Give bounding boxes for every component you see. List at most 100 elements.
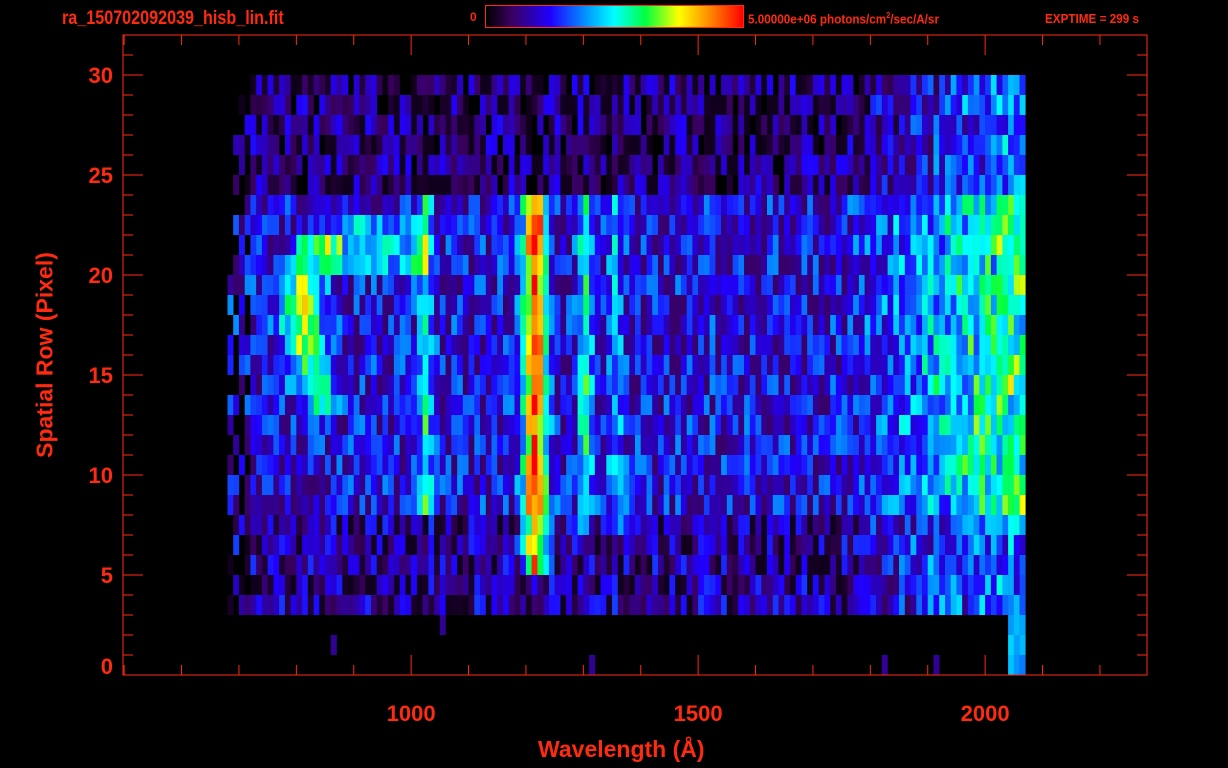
heatmap-cell — [853, 335, 860, 355]
heatmap-cell — [939, 115, 946, 135]
heatmap-cell — [864, 535, 871, 555]
heatmap-cell — [807, 135, 814, 155]
heatmap-cell — [445, 555, 452, 575]
heatmap-cell — [267, 415, 274, 435]
heatmap-cell — [250, 115, 257, 135]
heatmap-cell — [491, 95, 498, 115]
heatmap-cell — [790, 215, 796, 235]
heatmap-cell — [250, 335, 257, 355]
heatmap-cell — [537, 235, 544, 255]
heatmap-cell — [658, 375, 664, 395]
heatmap-cell — [749, 295, 756, 315]
heatmap-cell — [497, 115, 504, 135]
heatmap-cell — [508, 215, 515, 235]
heatmap-cell — [990, 95, 997, 115]
heatmap-cell — [835, 435, 842, 455]
heatmap-cell — [778, 135, 785, 155]
heatmap-cell — [376, 595, 383, 615]
heatmap-cell — [451, 395, 458, 415]
heatmap-cell — [922, 95, 928, 115]
heatmap-cell — [365, 535, 372, 555]
heatmap-cell — [233, 135, 240, 155]
heatmap-cell — [1013, 255, 1020, 275]
heatmap-cell — [560, 295, 567, 315]
heatmap-cell — [939, 255, 946, 275]
heatmap-cell — [428, 215, 435, 235]
heatmap-cell — [600, 235, 607, 255]
heatmap-cell — [514, 595, 521, 615]
heatmap-cell — [801, 115, 808, 135]
heatmap-cell — [767, 555, 773, 575]
heatmap-cell — [623, 535, 630, 555]
heatmap-cell — [543, 255, 550, 275]
heatmap-cell — [864, 395, 871, 415]
heatmap-cell — [497, 255, 504, 275]
heatmap-cell — [227, 495, 234, 515]
heatmap-cell — [480, 75, 486, 95]
heatmap-cell — [680, 395, 687, 415]
heatmap-cell — [325, 135, 331, 155]
heatmap-cell — [996, 115, 1003, 135]
heatmap-cell — [646, 175, 653, 195]
heatmap-cell — [801, 215, 808, 235]
heatmap-cell — [916, 95, 923, 115]
heatmap-cell — [715, 515, 722, 535]
heatmap-cell — [393, 215, 400, 235]
heatmap-cell — [353, 115, 360, 135]
heatmap-cell — [910, 455, 917, 475]
heatmap-cell — [962, 515, 969, 535]
heatmap-cell — [508, 235, 515, 255]
heatmap-cell — [835, 315, 842, 335]
heatmap-cell — [399, 335, 406, 355]
heatmap-cell — [956, 215, 963, 235]
heatmap-cell — [250, 415, 257, 435]
heatmap-cell — [858, 595, 865, 615]
heatmap-cell — [617, 455, 624, 475]
heatmap-cell — [606, 395, 613, 415]
heatmap-cell — [589, 455, 596, 475]
heatmap-cell — [250, 575, 257, 595]
y-tick-label: 30 — [89, 63, 113, 88]
heatmap-cell — [365, 195, 372, 215]
heatmap-cell — [365, 255, 372, 275]
heatmap-cell — [663, 155, 670, 175]
heatmap-cell — [629, 415, 636, 435]
heatmap-cell — [967, 375, 974, 395]
heatmap-cell — [904, 355, 911, 375]
heatmap-cell — [864, 455, 871, 475]
heatmap-cell — [985, 195, 992, 215]
heatmap-cell — [514, 255, 521, 275]
heatmap-cell — [629, 195, 636, 215]
heatmap-cell — [726, 115, 733, 135]
heatmap-cell — [979, 95, 986, 115]
heatmap-cell — [640, 75, 647, 95]
heatmap-cell — [939, 555, 946, 575]
heatmap-cell — [548, 175, 555, 195]
heatmap-cell — [738, 235, 745, 255]
heatmap-cell — [617, 495, 624, 515]
heatmap-cell — [675, 255, 682, 275]
heatmap-cell — [261, 235, 268, 255]
heatmap-cell — [985, 295, 992, 315]
heatmap-cell — [985, 215, 992, 235]
heatmap-cell — [336, 435, 343, 455]
heatmap-cell — [1008, 95, 1015, 115]
heatmap-cell — [1019, 195, 1026, 215]
heatmap-cell — [457, 155, 464, 175]
heatmap-cell — [744, 575, 751, 595]
heatmap-cell — [359, 455, 366, 475]
heatmap-cell — [899, 135, 905, 155]
heatmap-cell — [313, 595, 320, 615]
heatmap-cell — [881, 455, 888, 475]
heatmap-cell — [279, 335, 286, 355]
heatmap-cell — [652, 175, 659, 195]
heatmap-cell — [296, 255, 303, 275]
heatmap-cell — [348, 555, 354, 575]
heatmap-cell — [669, 215, 676, 235]
heatmap-cell — [537, 495, 544, 515]
heatmap-cell — [296, 515, 303, 535]
heatmap-cell — [778, 495, 785, 515]
heatmap-cell — [393, 495, 400, 515]
heatmap-cell — [675, 535, 682, 555]
heatmap-cell — [376, 275, 383, 295]
